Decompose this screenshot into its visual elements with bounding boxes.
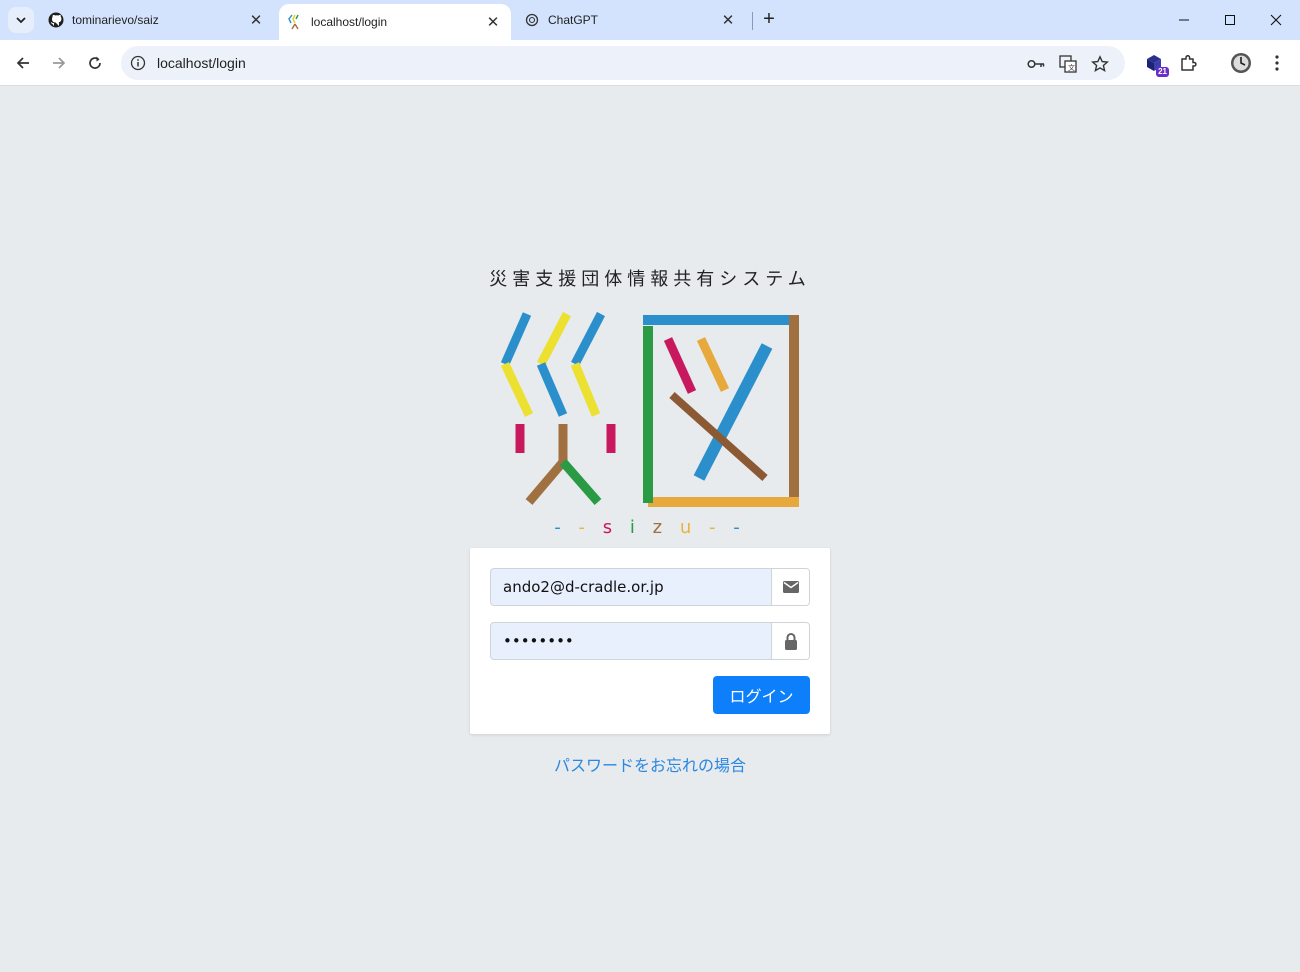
lock-icon [771,623,809,659]
logo-subtitle-char: - [554,517,567,538]
tab-localhost-login[interactable]: localhost/login ✕ [279,4,511,40]
maximize-icon [1225,15,1235,25]
profile-avatar[interactable] [1230,52,1252,74]
reload-icon [89,56,101,69]
logo-subtitle-char: s [602,517,619,538]
email-field-group [490,568,810,606]
arrow-right-icon [53,57,66,69]
tab-strip: tominarievo/saiz ✕ localhost/login ✕ Cha… [0,0,1300,40]
login-card: ログイン [470,548,830,734]
tab-github[interactable]: tominarievo/saiz ✕ [40,0,274,40]
reload-button[interactable] [83,51,107,75]
email-input[interactable] [491,569,771,605]
tab-separator [752,12,753,30]
tab-chatgpt[interactable]: ChatGPT ✕ [516,0,746,40]
chevron-down-icon [16,17,26,24]
key-icon[interactable] [1026,54,1046,74]
login-page: 災害支援団体情報共有システム - - s i z u - - ando2@d-c… [0,87,1300,972]
star-icon[interactable] [1090,54,1110,74]
address-bar[interactable]: localhost/login 文 [121,46,1125,80]
extensions-button[interactable] [1177,52,1199,74]
tab-title: localhost/login [311,15,388,29]
logo-subtitle: - - s i z u - - [0,517,1300,538]
forward-button[interactable] [47,51,71,75]
envelope-icon [771,569,809,605]
logo-subtitle-char: - [708,517,722,538]
close-tab-icon[interactable]: ✕ [246,10,266,30]
tab-title: ChatGPT [548,13,599,27]
back-button[interactable] [11,51,35,75]
new-tab-button[interactable]: + [759,8,779,30]
logo-subtitle-char: i [629,517,641,538]
close-tab-icon[interactable]: ✕ [718,10,738,30]
svg-text:文: 文 [1068,63,1075,72]
logo-subtitle-char: u [679,517,698,538]
extension-badge-button[interactable]: 21 [1143,52,1169,77]
minimize-button[interactable] [1161,0,1207,40]
puzzle-icon [1181,54,1197,71]
logo-subtitle-char: - [733,517,746,538]
minimize-icon [1179,19,1189,21]
password-input[interactable] [491,623,771,659]
more-vert-icon [1275,55,1279,71]
chatgpt-icon [524,12,540,28]
arrow-left-icon [16,57,29,69]
browser-toolbar: localhost/login 文 21 [0,40,1300,86]
url-text[interactable]: localhost/login [157,55,246,71]
site-info-icon[interactable] [121,55,155,71]
github-icon [48,12,64,28]
extension-badge-count: 21 [1156,67,1169,77]
maximize-button[interactable] [1207,0,1253,40]
sai-favicon-icon [287,14,303,30]
close-icon [1270,14,1282,26]
forgot-password-link[interactable]: パスワードをお忘れの場合 [0,752,1300,776]
tab-search-button[interactable] [8,7,34,33]
browser-menu-button[interactable] [1266,52,1288,74]
app-title: 災害支援団体情報共有システム [489,269,811,290]
logo-subtitle-char: - [578,517,592,538]
close-tab-icon[interactable]: ✕ [483,12,503,32]
password-field-group [490,622,810,660]
logo-subtitle-char: z [652,517,669,538]
login-button[interactable]: ログイン [713,676,810,714]
sai-zu-logo [500,312,799,507]
close-window-button[interactable] [1253,0,1299,40]
translate-icon[interactable]: 文 [1058,54,1078,74]
avatar-icon [1231,53,1251,73]
tab-title: tominarievo/saiz [72,13,159,27]
